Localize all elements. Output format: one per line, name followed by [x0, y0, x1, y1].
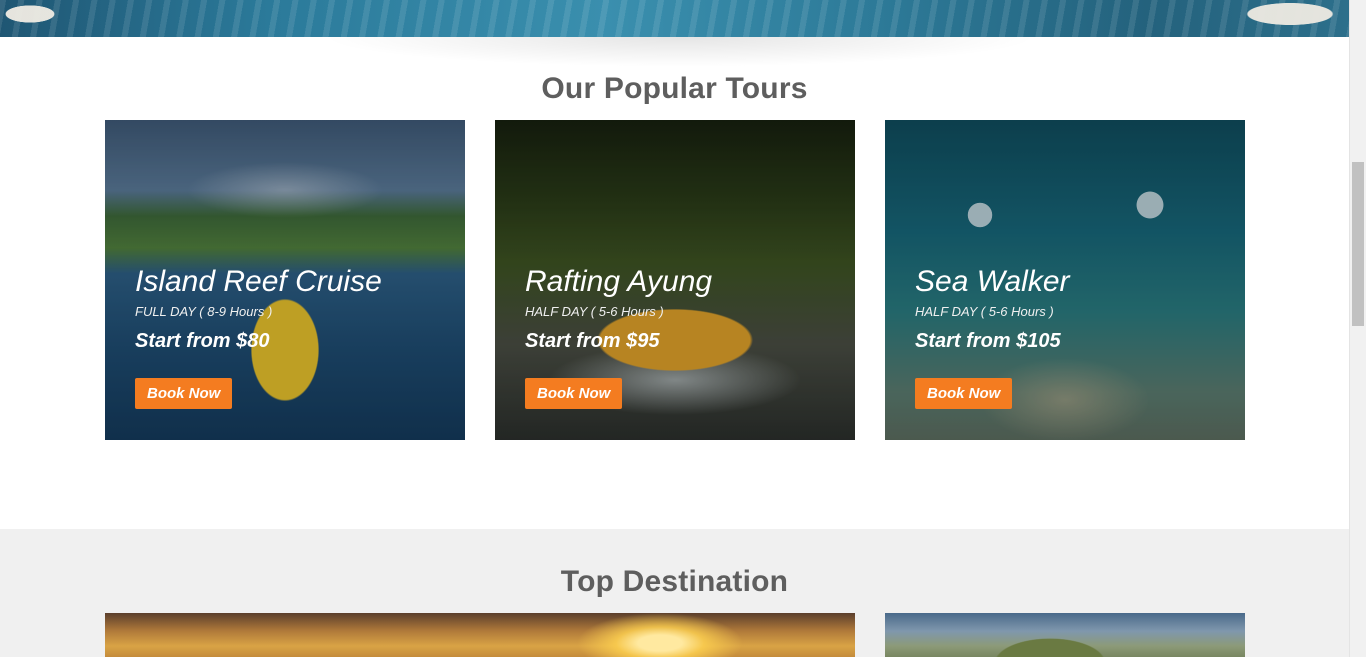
- hero-shadow: [320, 37, 1040, 67]
- tour-price: Start from $80: [135, 330, 270, 352]
- tour-card-content: Rafting Ayung HALF DAY ( 5-6 Hours ) Sta…: [525, 263, 712, 352]
- scrollbar-thumb[interactable]: [1352, 162, 1364, 326]
- tour-card-sea-walker[interactable]: Sea Walker HALF DAY ( 5-6 Hours ) Start …: [885, 120, 1245, 440]
- tour-card-content: Island Reef Cruise FULL DAY ( 8-9 Hours …: [135, 263, 382, 352]
- tour-price: Start from $105: [915, 330, 1061, 352]
- tour-card-content: Sea Walker HALF DAY ( 5-6 Hours ) Start …: [915, 263, 1070, 352]
- tour-duration: HALF DAY ( 5-6 Hours ): [915, 304, 1054, 319]
- hero-image: [0, 0, 1349, 37]
- top-destination-title: Top Destination: [560, 565, 789, 598]
- page: Our Popular Tours Island Reef Cruise FUL…: [0, 0, 1349, 657]
- tour-duration: FULL DAY ( 8-9 Hours ): [135, 304, 273, 319]
- book-now-button[interactable]: Book Now: [525, 378, 623, 409]
- popular-tours-title: Our Popular Tours: [541, 72, 808, 105]
- tour-price: Start from $95: [525, 330, 660, 352]
- vertical-scrollbar[interactable]: [1349, 0, 1366, 657]
- destination-card-hill[interactable]: [885, 613, 1245, 657]
- top-destination-section: Top Destination: [0, 529, 1349, 657]
- tour-card-rafting-ayung[interactable]: Rafting Ayung HALF DAY ( 5-6 Hours ) Sta…: [495, 120, 855, 440]
- book-now-button[interactable]: Book Now: [135, 378, 233, 409]
- tour-name: Island Reef Cruise: [135, 265, 382, 298]
- tour-duration: HALF DAY ( 5-6 Hours ): [525, 304, 664, 319]
- book-now-button[interactable]: Book Now: [915, 378, 1013, 409]
- tour-card-island-reef-cruise[interactable]: Island Reef Cruise FULL DAY ( 8-9 Hours …: [105, 120, 465, 440]
- destination-card-sunset[interactable]: [105, 613, 855, 657]
- tour-name: Sea Walker: [915, 265, 1070, 298]
- tour-name: Rafting Ayung: [525, 265, 713, 298]
